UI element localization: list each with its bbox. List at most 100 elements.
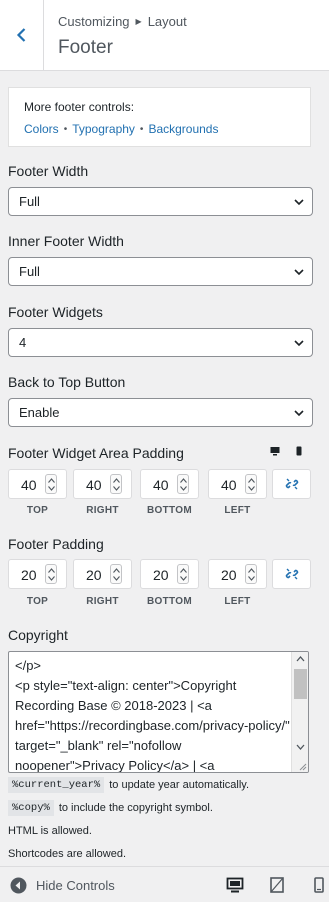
footer-padding-top-input[interactable]: 20 (8, 559, 67, 589)
caption-top: TOP (26, 505, 49, 516)
textarea-scrollbar[interactable] (291, 652, 308, 772)
unlink-icon (285, 568, 298, 580)
footer-padding-left-value: 20 (221, 567, 237, 583)
customizer-footer-bar: Hide Controls (0, 866, 329, 902)
widget-padding-right-value: 40 (86, 477, 102, 493)
number-spinner[interactable] (245, 474, 257, 494)
device-switcher (270, 446, 304, 456)
caret-down-icon[interactable] (113, 576, 120, 581)
more-controls-box: More footer controls: Colors • Typograph… (8, 87, 311, 147)
desktop-icon[interactable] (270, 446, 280, 456)
widget-padding-left-input[interactable]: 40 (208, 469, 267, 499)
footer-padding-right-input[interactable]: 20 (73, 559, 132, 589)
caret-down-icon[interactable] (48, 576, 55, 581)
back-to-top-value: Enable (19, 405, 60, 420)
caret-up-icon[interactable] (180, 568, 187, 573)
breadcrumb-layout: Layout (147, 14, 187, 29)
breadcrumb-arrow-icon: ▶ (135, 17, 142, 26)
copy-hint-text: to include the copyright symbol. (58, 802, 213, 814)
resize-handle-icon[interactable] (299, 763, 307, 771)
caret-down-icon[interactable] (48, 486, 55, 491)
hide-controls-label: Hide Controls (36, 878, 115, 893)
number-spinner[interactable] (110, 564, 122, 584)
caret-up-icon[interactable] (48, 568, 55, 573)
number-spinner[interactable] (110, 474, 122, 494)
mobile-preview-icon[interactable] (310, 876, 328, 894)
collapse-icon (10, 877, 27, 894)
caret-down-icon[interactable] (180, 576, 187, 581)
copyright-label: Copyright (8, 627, 68, 643)
caret-up-icon[interactable] (248, 568, 255, 573)
inner-footer-width-value: Full (19, 264, 40, 279)
html-allowed-note: HTML is allowed. (8, 825, 92, 837)
caption-left: LEFT (224, 505, 251, 516)
widget-padding-right-input[interactable]: 40 (73, 469, 132, 499)
breadcrumb-customizing: Customizing (58, 14, 130, 29)
mobile-icon[interactable] (294, 446, 304, 456)
caret-down-icon[interactable] (113, 486, 120, 491)
footer-padding-bottom-input[interactable]: 20 (140, 559, 199, 589)
hide-controls-button[interactable]: Hide Controls (10, 877, 115, 894)
caret-down-icon[interactable] (180, 486, 187, 491)
caret-up-icon[interactable] (248, 478, 255, 483)
tablet-preview-icon[interactable] (268, 876, 286, 894)
number-spinner[interactable] (245, 564, 257, 584)
widget-area-padding-label: Footer Widget Area Padding (8, 445, 184, 461)
caret-down-icon[interactable] (248, 486, 255, 491)
caret-down-icon[interactable] (248, 576, 255, 581)
number-spinner[interactable] (45, 564, 57, 584)
breadcrumb: Customizing ▶ Layout (58, 14, 187, 29)
number-spinner[interactable] (45, 474, 57, 494)
footer-padding-left-input[interactable]: 20 (208, 559, 267, 589)
widget-padding-left-value: 40 (221, 477, 237, 493)
footer-width-select[interactable]: Full (8, 187, 313, 216)
caret-up-icon[interactable] (48, 478, 55, 483)
more-controls-links: Colors • Typography • Backgrounds (24, 122, 218, 136)
page-title: Footer (58, 37, 113, 58)
link-values-button[interactable] (272, 559, 311, 589)
chevron-down-icon (294, 199, 304, 206)
footer-widgets-label: Footer Widgets (8, 304, 103, 320)
typography-link[interactable]: Typography (72, 122, 135, 136)
widget-padding-bottom-input[interactable]: 40 (140, 469, 199, 499)
caption-right: RIGHT (86, 505, 119, 516)
chevron-down-icon (294, 340, 304, 347)
back-to-top-select[interactable]: Enable (8, 398, 313, 427)
chevron-down-icon (294, 269, 304, 276)
scroll-up-icon[interactable] (296, 656, 305, 662)
inner-footer-width-label: Inner Footer Width (8, 233, 124, 249)
copy-symbol-hint: %copy% to include the copyright symbol. (8, 800, 213, 816)
bullet-separator: • (139, 123, 144, 135)
inner-footer-width-select[interactable]: Full (8, 257, 313, 286)
caret-up-icon[interactable] (113, 478, 120, 483)
number-spinner[interactable] (177, 474, 189, 494)
chevron-down-icon (294, 410, 304, 417)
colors-link[interactable]: Colors (24, 122, 59, 136)
footer-widgets-select[interactable]: 4 (8, 328, 313, 357)
caret-up-icon[interactable] (113, 568, 120, 573)
back-to-top-label: Back to Top Button (8, 374, 126, 390)
number-spinner[interactable] (177, 564, 189, 584)
more-controls-title: More footer controls: (24, 100, 135, 114)
footer-width-value: Full (19, 194, 40, 209)
link-values-button[interactable] (272, 469, 311, 499)
back-button[interactable] (0, 0, 44, 70)
desktop-preview-icon[interactable] (226, 876, 244, 894)
footer-widgets-value: 4 (19, 335, 27, 350)
scrollbar-thumb[interactable] (294, 669, 307, 699)
chevron-left-icon (16, 28, 25, 42)
footer-padding-top-value: 20 (21, 567, 37, 583)
shortcodes-allowed-note: Shortcodes are allowed. (8, 848, 127, 860)
backgrounds-link[interactable]: Backgrounds (148, 122, 218, 136)
widget-padding-top-input[interactable]: 40 (8, 469, 67, 499)
caption-bottom: BOTTOM (147, 505, 192, 516)
scroll-down-icon[interactable] (296, 744, 305, 750)
unlink-icon (285, 478, 298, 490)
copy-code: %copy% (8, 800, 54, 816)
caret-up-icon[interactable] (180, 478, 187, 483)
caption-bottom: BOTTOM (147, 596, 192, 607)
panel-header: Customizing ▶ Layout Footer (0, 0, 329, 71)
footer-width-label: Footer Width (8, 163, 89, 179)
copyright-textarea[interactable]: </p> <p style="text-align: center">Copyr… (8, 651, 309, 773)
bullet-separator: • (63, 123, 68, 135)
